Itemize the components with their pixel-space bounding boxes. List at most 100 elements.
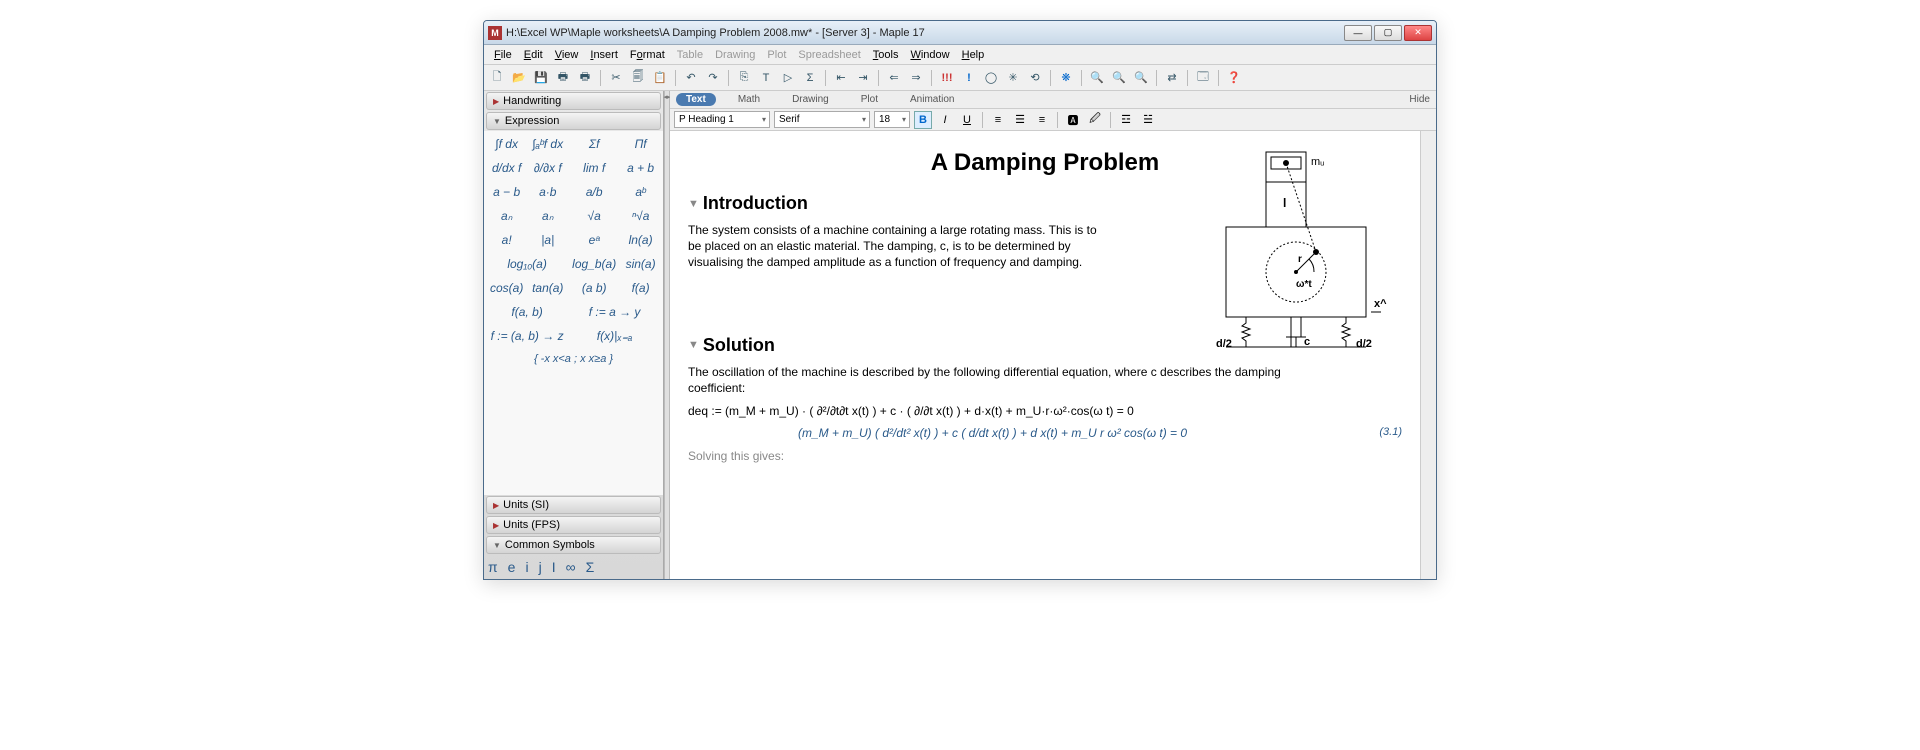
minimize-button[interactable]: — bbox=[1344, 25, 1372, 41]
font-color-icon[interactable]: 🅰 bbox=[1064, 111, 1082, 129]
insert-section-icon[interactable]: Σ bbox=[801, 69, 819, 87]
align-left-icon[interactable]: ≡ bbox=[989, 111, 1007, 129]
cloud-icon[interactable]: ❋ bbox=[1057, 69, 1075, 87]
tab-drawing[interactable]: Drawing bbox=[782, 93, 839, 106]
resource-icon[interactable]: 🗔 bbox=[1194, 69, 1212, 87]
tab-animation[interactable]: Animation bbox=[900, 93, 964, 106]
menu-drawing[interactable]: Drawing bbox=[709, 47, 761, 63]
expr-partial[interactable]: ∂/∂x f bbox=[529, 159, 566, 177]
hide-button[interactable]: Hide bbox=[1409, 94, 1430, 105]
palette-common-symbols[interactable]: ▼ Common Symbols bbox=[486, 536, 661, 554]
expr-fab[interactable]: f(a, b) bbox=[488, 303, 566, 321]
menu-plot[interactable]: Plot bbox=[761, 47, 792, 63]
number-list-icon[interactable]: ☱ bbox=[1139, 111, 1157, 129]
open-icon[interactable]: 📂 bbox=[510, 69, 528, 87]
align-center-icon[interactable]: ☰ bbox=[1011, 111, 1029, 129]
sym-sigma[interactable]: Σ bbox=[586, 559, 595, 575]
indent-left-icon[interactable]: ⇤ bbox=[832, 69, 850, 87]
palette-handwriting[interactable]: ▶ Handwriting bbox=[486, 92, 661, 110]
expr-ln[interactable]: ln(a) bbox=[622, 231, 659, 249]
indent-right-icon[interactable]: ⇥ bbox=[854, 69, 872, 87]
zoom-out-icon[interactable]: 🔍 bbox=[1132, 69, 1150, 87]
paste-icon[interactable]: 📋 bbox=[651, 69, 669, 87]
sym-j[interactable]: j bbox=[539, 559, 542, 575]
expr-add[interactable]: a + b bbox=[622, 159, 659, 177]
highlight-icon[interactable]: 🖉 bbox=[1086, 111, 1104, 129]
new-doc-icon[interactable]: 🗋 bbox=[488, 69, 506, 87]
expr-def-integral[interactable]: ∫ₐᵇf dx bbox=[529, 135, 566, 153]
menu-help[interactable]: Help bbox=[956, 47, 991, 63]
cut-icon[interactable]: ✂ bbox=[607, 69, 625, 87]
debug-icon[interactable]: ✳ bbox=[1004, 69, 1022, 87]
execute-one-icon[interactable]: ! bbox=[960, 69, 978, 87]
expr-logb[interactable]: log_b(a) bbox=[570, 255, 618, 273]
menu-window[interactable]: Window bbox=[904, 47, 955, 63]
palette-units-fps[interactable]: ▶ Units (FPS) bbox=[486, 516, 661, 534]
maximize-button[interactable]: ▢ bbox=[1374, 25, 1402, 41]
menu-spreadsheet[interactable]: Spreadsheet bbox=[792, 47, 866, 63]
font-size-combo[interactable]: 18 bbox=[874, 111, 910, 128]
expr-integral[interactable]: ∫f dx bbox=[488, 135, 525, 153]
sym-cap-i[interactable]: I bbox=[552, 559, 556, 575]
document-canvas[interactable]: A Damping Problem mᵤ l bbox=[670, 131, 1420, 579]
insert-prompt-icon[interactable]: ▷ bbox=[779, 69, 797, 87]
menu-tools[interactable]: Tools bbox=[867, 47, 905, 63]
expr-factorial[interactable]: a! bbox=[488, 231, 525, 249]
expr-sum[interactable]: Σf bbox=[570, 135, 618, 153]
menu-table[interactable]: Table bbox=[671, 47, 709, 63]
menu-view[interactable]: View bbox=[549, 47, 585, 63]
expr-assign[interactable]: f := a → y bbox=[570, 303, 659, 321]
underline-button[interactable]: U bbox=[958, 111, 976, 129]
expr-fa[interactable]: f(a) bbox=[622, 279, 659, 297]
expr-mul[interactable]: a·b bbox=[529, 183, 566, 201]
titlebar[interactable]: M H:\Excel WP\Maple worksheets\A Damping… bbox=[484, 21, 1436, 45]
bullet-list-icon[interactable]: ☲ bbox=[1117, 111, 1135, 129]
save-icon[interactable]: 💾 bbox=[532, 69, 550, 87]
expr-sqrt[interactable]: √a bbox=[570, 207, 618, 225]
expr-exp[interactable]: eᵃ bbox=[570, 231, 618, 249]
palette-units-si[interactable]: ▶ Units (SI) bbox=[486, 496, 661, 514]
expr-deriv[interactable]: d/dx f bbox=[488, 159, 525, 177]
expr-product[interactable]: Πf bbox=[622, 135, 659, 153]
zoom-in-icon[interactable]: 🔍 bbox=[1110, 69, 1128, 87]
paragraph-style-combo[interactable]: P Heading 1 bbox=[674, 111, 770, 128]
zoom-default-icon[interactable]: 🔍 bbox=[1088, 69, 1106, 87]
expr-assign2[interactable]: f := (a, b) → z bbox=[488, 327, 566, 345]
expr-tan[interactable]: tan(a) bbox=[529, 279, 566, 297]
sym-i[interactable]: i bbox=[525, 559, 528, 575]
sym-pi[interactable]: π bbox=[488, 559, 498, 575]
expr-subscript2[interactable]: aₙ bbox=[529, 207, 566, 225]
expr-cos[interactable]: cos(a) bbox=[488, 279, 525, 297]
tab-math[interactable]: Math bbox=[728, 93, 770, 106]
menu-format[interactable]: Format bbox=[624, 47, 671, 63]
help-icon[interactable]: ❓ bbox=[1225, 69, 1243, 87]
align-right-icon[interactable]: ≡ bbox=[1033, 111, 1051, 129]
expr-log10[interactable]: log₁₀(a) bbox=[488, 255, 566, 273]
redo-icon[interactable]: ↷ bbox=[704, 69, 722, 87]
italic-button[interactable]: I bbox=[936, 111, 954, 129]
expr-nroot[interactable]: ⁿ√a bbox=[622, 207, 659, 225]
vertical-scrollbar[interactable] bbox=[1420, 131, 1436, 579]
menu-edit[interactable]: Edit bbox=[518, 47, 549, 63]
expr-eval[interactable]: f(x)|ₓ₌ₐ bbox=[570, 327, 659, 345]
expr-sub[interactable]: a − b bbox=[488, 183, 525, 201]
font-combo[interactable]: Serif bbox=[774, 111, 870, 128]
expr-limit[interactable]: lim f bbox=[570, 159, 618, 177]
back-icon[interactable]: ⇐ bbox=[885, 69, 903, 87]
expr-subscript[interactable]: aₙ bbox=[488, 207, 525, 225]
undo-icon[interactable]: ↶ bbox=[682, 69, 700, 87]
clear-icon[interactable]: ⟲ bbox=[1026, 69, 1044, 87]
print-icon[interactable]: 🖶 bbox=[554, 69, 572, 87]
expr-pow[interactable]: aᵇ bbox=[622, 183, 659, 201]
insert-group-icon[interactable]: ⎘ bbox=[735, 69, 753, 87]
palette-expression[interactable]: ▼ Expression bbox=[486, 112, 661, 130]
forward-icon[interactable]: ⇒ bbox=[907, 69, 925, 87]
stop-icon[interactable]: ◯ bbox=[982, 69, 1000, 87]
expr-binom[interactable]: (a b) bbox=[570, 279, 618, 297]
print-preview-icon[interactable]: 🖶 bbox=[576, 69, 594, 87]
sym-inf[interactable]: ∞ bbox=[566, 559, 576, 575]
menu-insert[interactable]: Insert bbox=[584, 47, 624, 63]
tab-text[interactable]: Text bbox=[676, 93, 716, 106]
insert-text-icon[interactable]: T bbox=[757, 69, 775, 87]
bold-button[interactable]: B bbox=[914, 111, 932, 129]
